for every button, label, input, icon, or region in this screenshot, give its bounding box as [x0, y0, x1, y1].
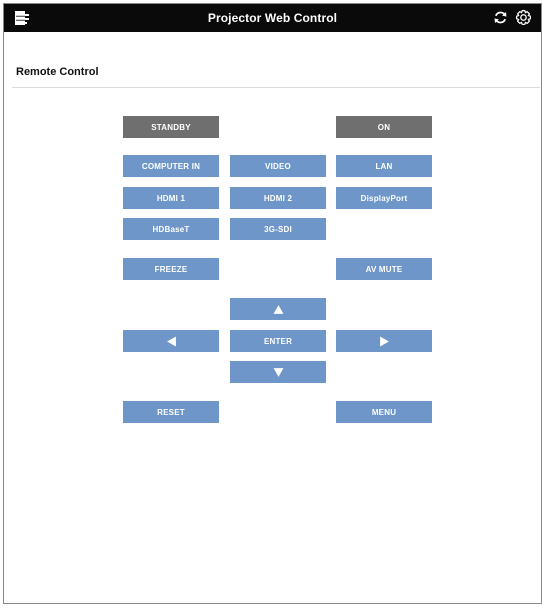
left-button[interactable] — [123, 330, 219, 352]
video-button[interactable]: VIDEO — [230, 155, 326, 177]
arrow-right-icon — [379, 336, 389, 346]
lan-button[interactable]: LAN — [336, 155, 432, 177]
computer-in-button[interactable]: COMPUTER IN — [123, 155, 219, 177]
reset-button[interactable]: RESET — [123, 401, 219, 423]
arrow-down-icon — [273, 367, 283, 377]
title-bar: Projector Web Control — [4, 4, 541, 32]
settings-icon[interactable] — [515, 9, 532, 26]
av-mute-button[interactable]: AV MUTE — [336, 258, 432, 280]
standby-button[interactable]: STANDBY — [123, 116, 219, 138]
menu-button[interactable]: MENU — [336, 401, 432, 423]
3g-sdi-button[interactable]: 3G-SDI — [230, 218, 326, 240]
arrow-up-icon — [273, 304, 283, 314]
hdmi2-button[interactable]: HDMI 2 — [230, 187, 326, 209]
on-button[interactable]: ON — [336, 116, 432, 138]
right-button[interactable] — [336, 330, 432, 352]
down-button[interactable] — [230, 361, 326, 383]
up-button[interactable] — [230, 298, 326, 320]
page-title: Projector Web Control — [207, 11, 338, 25]
displayport-button[interactable]: DisplayPort — [336, 187, 432, 209]
section-divider — [12, 87, 540, 88]
arrow-left-icon — [166, 336, 176, 346]
hdbaset-button[interactable]: HDBaseT — [123, 218, 219, 240]
hdmi1-button[interactable]: HDMI 1 — [123, 187, 219, 209]
section-title: Remote Control — [16, 66, 99, 78]
refresh-icon[interactable] — [492, 9, 509, 26]
freeze-button[interactable]: FREEZE — [123, 258, 219, 280]
enter-button[interactable]: ENTER — [230, 330, 326, 352]
